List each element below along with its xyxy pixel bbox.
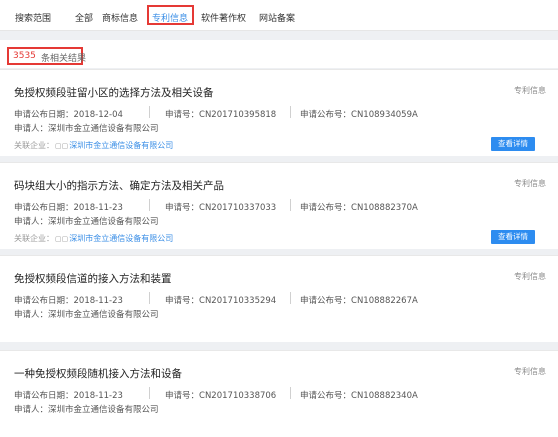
app-no-value: CN201710395818 [199, 110, 277, 120]
patent-card: 免授权频段信道的接入方法和装置 专利信息 申请公布日期：2018-11-23 申… [0, 255, 558, 342]
pub-no-value: CN108934059A [351, 110, 418, 120]
pub-no-value: CN108882340A [351, 391, 418, 401]
patent-type-badge: 专利信息 [514, 86, 546, 95]
app-no-value: CN201710335294 [199, 296, 277, 306]
divider [290, 387, 291, 399]
pub-no: 申请公布号：CN108934059A [300, 108, 418, 120]
pub-date-value: 2018-11-23 [73, 203, 123, 213]
assoc-company-link[interactable]: 深圳市金立通信设备有限公司 [69, 141, 173, 150]
applicant-value: 深圳市金立通信设备有限公司 [48, 310, 159, 320]
pub-date-label: 申请公布日期： [14, 110, 74, 120]
applicant-value: 深圳市金立通信设备有限公司 [48, 124, 159, 134]
app-no-value: CN201710338706 [199, 391, 277, 401]
applicant-label: 申请人： [14, 217, 49, 227]
divider [290, 199, 291, 211]
pub-date-value: 2018-11-23 [73, 391, 123, 401]
app-no-value: CN201710337033 [199, 203, 277, 213]
assoc-label: 关联企业： [14, 234, 54, 243]
pub-date: 申请公布日期：2018-12-04 [14, 108, 123, 120]
divider [149, 106, 150, 118]
pub-no: 申请公布号：CN108882370A [300, 201, 418, 213]
tab-website-filing[interactable]: 网站备案 [259, 11, 295, 24]
patent-card: 免授权频段驻留小区的选择方法及相关设备 专利信息 申请公布日期：2018-12-… [0, 69, 558, 156]
result-count: 3535 [13, 51, 36, 61]
app-no: 申请号：CN201710335294 [165, 294, 276, 306]
applicant: 申请人：深圳市金立通信设备有限公司 [14, 308, 159, 320]
divider [149, 199, 150, 211]
patent-type-badge: 专利信息 [514, 367, 546, 376]
search-scope-bar: 搜索范围 全部 商标信息 专利信息 软件著作权 网站备案 [0, 0, 558, 31]
pub-no-label: 申请公布号： [300, 296, 352, 306]
assoc-company: 关联企业：▢▢深圳市金立通信设备有限公司 [14, 140, 173, 151]
search-scope-label: 搜索范围 [15, 14, 52, 24]
pub-date: 申请公布日期：2018-11-23 [14, 201, 123, 213]
divider [290, 292, 291, 304]
patent-card: 一种免授权频段随机接入方法和设备 专利信息 申请公布日期：2018-11-23 … [0, 350, 558, 437]
patent-type-badge: 专利信息 [514, 272, 546, 281]
app-no-label: 申请号： [165, 296, 200, 306]
result-count-suffix: 条相关结果 [41, 54, 87, 64]
pub-no: 申请公布号：CN108882340A [300, 389, 418, 401]
applicant: 申请人：深圳市金立通信设备有限公司 [14, 403, 159, 415]
pub-date-label: 申请公布日期： [14, 296, 74, 306]
app-no: 申请号：CN201710338706 [165, 389, 276, 401]
view-details-button[interactable]: 查看详情 [491, 137, 535, 151]
divider [149, 387, 150, 399]
divider [290, 106, 291, 118]
assoc-label: 关联企业： [14, 141, 54, 150]
app-no-label: 申请号： [165, 110, 200, 120]
applicant-label: 申请人： [14, 405, 49, 415]
applicant: 申请人：深圳市金立通信设备有限公司 [14, 122, 159, 134]
app-no: 申请号：CN201710395818 [165, 108, 276, 120]
link-icon: ▢▢ [55, 235, 69, 243]
applicant-label: 申请人： [14, 124, 49, 134]
pub-no-label: 申请公布号： [300, 203, 352, 213]
tab-trademark[interactable]: 商标信息 [102, 11, 138, 24]
pub-date: 申请公布日期：2018-11-23 [14, 294, 123, 306]
app-no-label: 申请号： [165, 203, 200, 213]
patent-title[interactable]: 一种免授权频段随机接入方法和设备 [14, 366, 182, 381]
patent-title[interactable]: 免授权频段信道的接入方法和装置 [14, 271, 172, 286]
pub-no-label: 申请公布号： [300, 391, 352, 401]
pub-date-label: 申请公布日期： [14, 203, 74, 213]
applicant: 申请人：深圳市金立通信设备有限公司 [14, 215, 159, 227]
app-no: 申请号：CN201710337033 [165, 201, 276, 213]
pub-date-value: 2018-12-04 [73, 110, 123, 120]
tab-software-copyright[interactable]: 软件著作权 [201, 11, 246, 24]
pub-date: 申请公布日期：2018-11-23 [14, 389, 123, 401]
view-details-button[interactable]: 查看详情 [491, 230, 535, 244]
patent-title[interactable]: 码块组大小的指示方法、确定方法及相关产品 [14, 178, 224, 193]
tab-all[interactable]: 全部 [75, 11, 93, 24]
pub-no: 申请公布号：CN108882267A [300, 294, 418, 306]
active-tab-highlight [147, 5, 194, 25]
patent-card: 码块组大小的指示方法、确定方法及相关产品 专利信息 申请公布日期：2018-11… [0, 162, 558, 249]
pub-no-value: CN108882267A [351, 296, 418, 306]
applicant-label: 申请人： [14, 310, 49, 320]
applicant-value: 深圳市金立通信设备有限公司 [48, 217, 159, 227]
patent-type-badge: 专利信息 [514, 179, 546, 188]
pub-date-value: 2018-11-23 [73, 296, 123, 306]
divider [149, 292, 150, 304]
link-icon: ▢▢ [55, 142, 69, 150]
patent-title[interactable]: 免授权频段驻留小区的选择方法及相关设备 [14, 85, 214, 100]
assoc-company-link[interactable]: 深圳市金立通信设备有限公司 [69, 234, 173, 243]
app-no-label: 申请号： [165, 391, 200, 401]
applicant-value: 深圳市金立通信设备有限公司 [48, 405, 159, 415]
pub-no-value: CN108882370A [351, 203, 418, 213]
assoc-company: 关联企业：▢▢深圳市金立通信设备有限公司 [14, 233, 173, 244]
pub-no-label: 申请公布号： [300, 110, 352, 120]
pub-date-label: 申请公布日期： [14, 391, 74, 401]
